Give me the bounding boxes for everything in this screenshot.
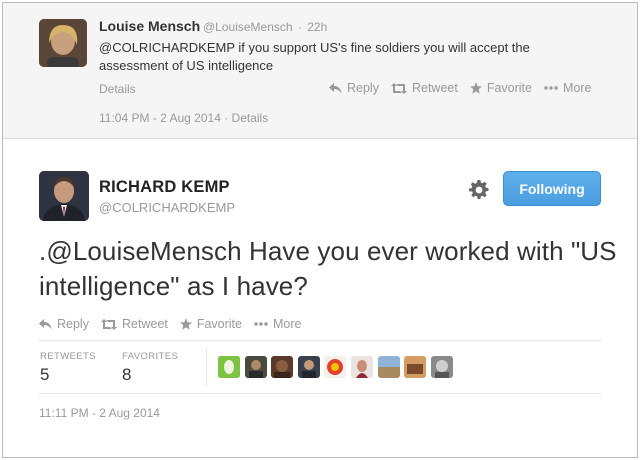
retweet-icon [100, 318, 117, 330]
reply-button[interactable]: Reply [39, 317, 89, 331]
author-handle[interactable]: @COLRICHARDKEMP [99, 200, 235, 215]
avatar[interactable] [297, 356, 320, 378]
favorite-label: Favorite [486, 81, 532, 95]
tweet-age[interactable]: 22h [307, 20, 327, 34]
favorite-label: Favorite [196, 317, 242, 331]
favorites-count: 8 [122, 365, 132, 384]
avatar[interactable] [39, 19, 87, 67]
avatar[interactable] [244, 356, 267, 378]
tweet-text: .@LouiseMensch Have you ever worked with… [39, 236, 617, 301]
retweet-label: Retweet [121, 317, 168, 331]
parent-tweet[interactable]: Louise Mensch @LouiseMensch · 22h @COLRI… [3, 3, 637, 139]
retweets-stat[interactable]: RETWEETS 5 [40, 351, 96, 385]
avatar[interactable] [404, 356, 427, 378]
details-link[interactable]: Details [99, 82, 136, 96]
favorite-button[interactable]: Favorite [179, 317, 242, 331]
divider [206, 348, 207, 386]
author-name[interactable]: Louise Mensch [99, 18, 200, 34]
author-handle[interactable]: @LouiseMensch [203, 20, 293, 34]
reply-icon [39, 318, 52, 329]
tweet-text: @COLRICHARDKEMP if you support US's fine… [99, 40, 530, 73]
reply-label: Reply [57, 317, 89, 331]
retweet-label: Retweet [411, 81, 458, 95]
avatar[interactable] [377, 356, 400, 378]
retweet-icon [390, 82, 407, 94]
following-button[interactable]: Following [503, 171, 601, 206]
more-dots-icon [254, 322, 268, 326]
favorite-star-icon [469, 82, 482, 94]
engager-avatars [218, 356, 457, 378]
retweets-count: 5 [40, 365, 50, 384]
tweet-permalink-frame: Louise Mensch @LouiseMensch · 22h @COLRI… [2, 2, 638, 458]
avatar[interactable] [218, 356, 240, 378]
reply-button[interactable]: Reply [329, 81, 379, 95]
more-label: More [562, 81, 592, 95]
gear-icon[interactable] [469, 180, 489, 200]
retweet-button[interactable]: Retweet [100, 317, 168, 331]
avatar[interactable] [324, 356, 347, 378]
author-name[interactable]: RICHARD KEMP [99, 178, 230, 197]
retweets-label: RETWEETS [40, 351, 96, 362]
tweet-actions: Reply Retweet Favorite More [39, 317, 313, 331]
reply-label: Reply [347, 81, 379, 95]
retweet-button[interactable]: Retweet [390, 81, 458, 95]
avatar[interactable] [350, 356, 373, 378]
more-button[interactable]: More [254, 317, 301, 331]
favorites-label: FAVORITES [122, 351, 179, 362]
divider [39, 393, 601, 394]
divider [39, 340, 601, 341]
favorites-stat[interactable]: FAVORITES 8 [122, 351, 178, 385]
avatar[interactable] [430, 356, 453, 378]
tweet-actions: Reply Retweet Favorite More [329, 81, 591, 95]
more-label: More [272, 317, 302, 331]
tweet-timestamp[interactable]: 11:04 PM - 2 Aug 2014 · Details [99, 111, 268, 125]
author-meta: @LouiseMensch · 22h [203, 20, 328, 34]
favorite-button[interactable]: Favorite [469, 81, 532, 95]
more-button[interactable]: More [544, 81, 591, 95]
tweet-timestamp[interactable]: 11:11 PM - 2 Aug 2014 [39, 406, 160, 420]
more-dots-icon [544, 86, 558, 90]
favorite-star-icon [179, 318, 192, 330]
avatar[interactable] [39, 171, 89, 221]
reply-icon [329, 82, 342, 93]
avatar[interactable] [271, 356, 294, 378]
